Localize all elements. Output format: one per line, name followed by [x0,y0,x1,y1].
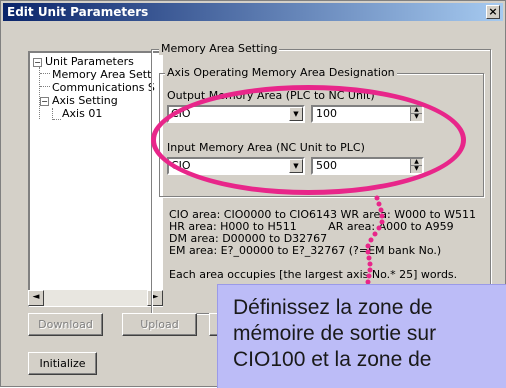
instruction-callout: Définissez la zone de mémoire de sortie … [217,284,506,388]
callout-line-1: Définissez la zone de [233,296,433,319]
callout-line-3: CIO100 et la zone de [233,348,432,371]
edit-unit-parameters-dialog: Edit Unit Parameters × − Unit Parameters … [0,0,506,388]
callout-line-2: mémoire de sortie sur [233,322,437,345]
